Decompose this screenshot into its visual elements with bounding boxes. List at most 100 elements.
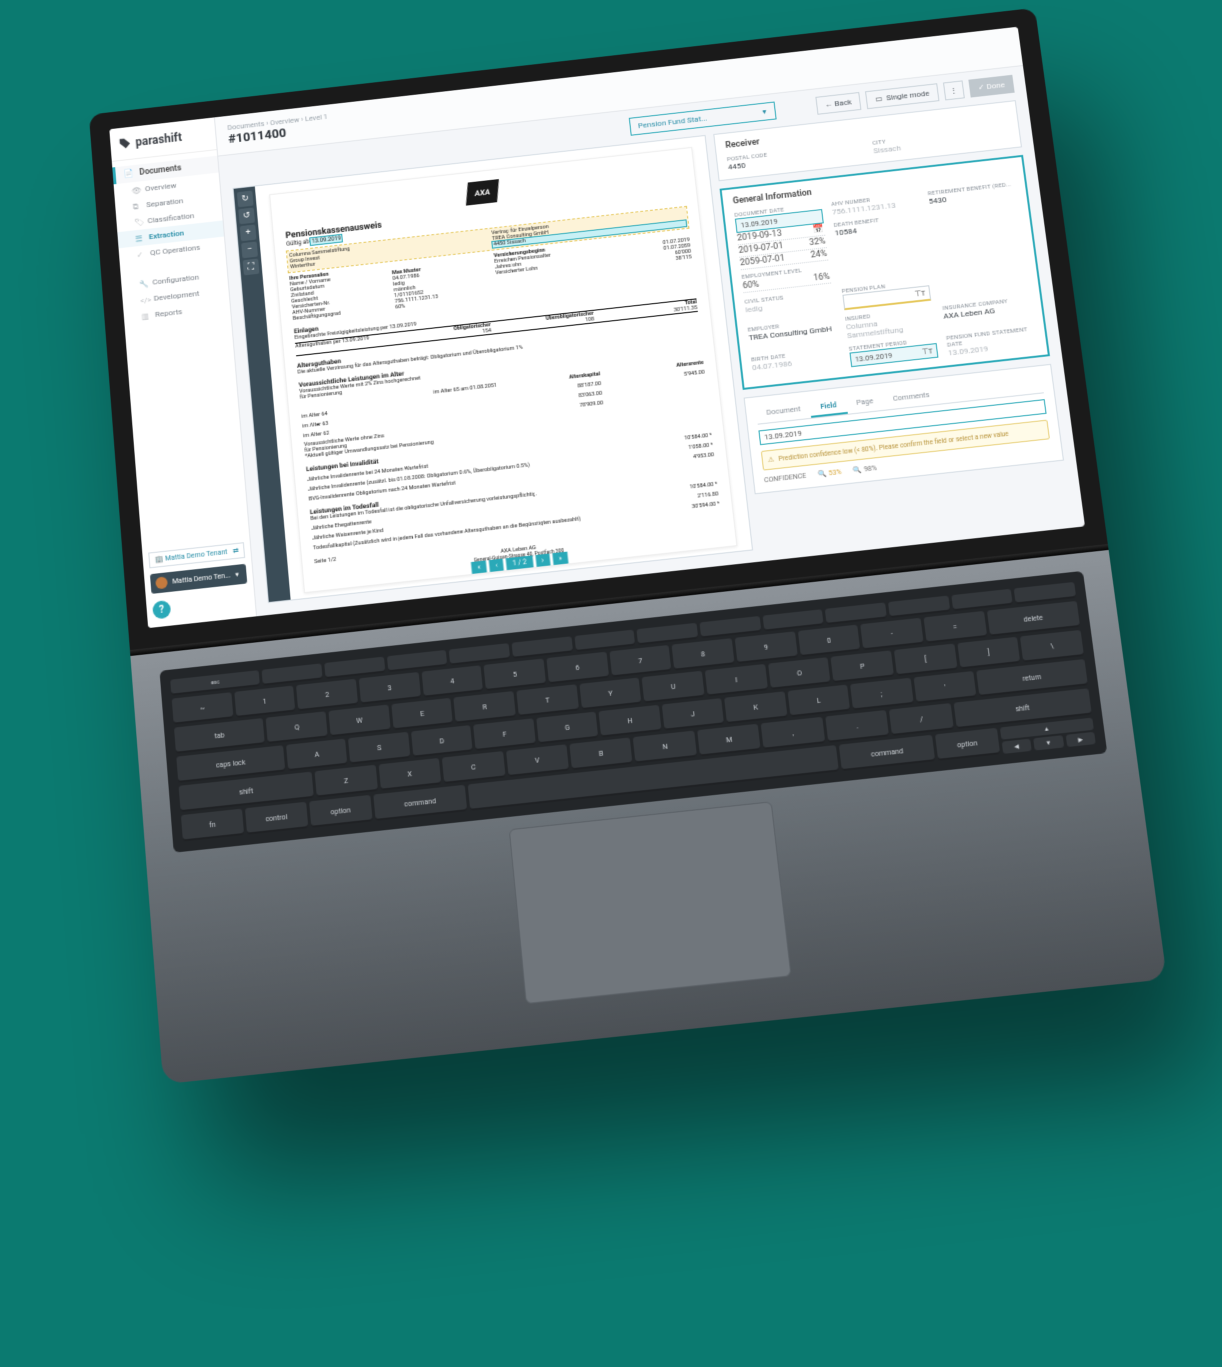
key-option[interactable]: option (309, 795, 372, 828)
key-6[interactable]: 6 (546, 652, 608, 684)
key-Q[interactable]: Q (266, 711, 328, 743)
axa-logo: AXA (466, 179, 499, 206)
zoom-icon: 🔍 (818, 470, 828, 479)
tag-icon: 🏷 (134, 218, 142, 226)
help-button[interactable]: ? (152, 600, 171, 620)
warning-icon: ⚠ (767, 456, 774, 464)
more-icon: ⋮ (949, 86, 958, 95)
key-N[interactable]: N (633, 731, 697, 764)
key-.[interactable]: . (825, 710, 889, 743)
key-command[interactable]: command (839, 735, 935, 771)
general-info-card[interactable]: General Information DOCUMENT DATE 13.09.… (720, 155, 1050, 390)
key-X[interactable]: X (378, 758, 441, 791)
key-/[interactable]: / (889, 703, 953, 736)
text-icon: ⊤T (921, 346, 933, 356)
key-8[interactable]: 8 (672, 638, 735, 670)
wrench-icon: 🔧 (139, 279, 147, 287)
key-command[interactable]: command (373, 785, 467, 821)
key-R[interactable]: R (454, 691, 516, 724)
key-L[interactable]: L (787, 685, 850, 718)
key-F[interactable]: F (474, 718, 536, 751)
arrow-keys: ▲◀▼▶ (999, 718, 1095, 754)
chevron-down-icon: ▾ (762, 107, 767, 116)
document-scroll[interactable]: AXA Pensionskassenausweis Gültig ab 13.0… (255, 136, 752, 600)
list-icon: ☰ (135, 234, 143, 242)
avatar (155, 576, 168, 589)
key-Z[interactable]: Z (315, 765, 378, 798)
documents-icon: 📄 (123, 169, 134, 180)
key-O[interactable]: O (768, 657, 831, 690)
check-icon: ✓ (136, 250, 144, 258)
key-G[interactable]: G (536, 712, 598, 745)
zoom-out-button[interactable]: − (241, 241, 258, 258)
key-right[interactable]: ▶ (1065, 732, 1096, 747)
pager-last[interactable]: » (552, 552, 568, 565)
key-fn[interactable]: fn (181, 809, 244, 842)
key-;[interactable]: ; (850, 678, 913, 711)
key-U[interactable]: U (642, 671, 705, 704)
eye-icon: 👁 (131, 186, 139, 194)
key-D[interactable]: D (411, 725, 473, 758)
rotate-ccw-button[interactable]: ↺ (238, 207, 255, 224)
key-4[interactable]: 4 (421, 665, 483, 697)
key-V[interactable]: V (506, 744, 569, 777)
key-H[interactable]: H (599, 705, 662, 738)
pager-prev[interactable]: ‹ (489, 559, 504, 572)
brand-text: parashift (135, 131, 182, 149)
key-control[interactable]: control (245, 802, 308, 835)
single-icon: ▭ (875, 94, 883, 103)
fullscreen-button[interactable]: ⛶ (243, 258, 260, 275)
key-9[interactable]: 9 (735, 631, 798, 663)
key-1[interactable]: 1 (234, 686, 296, 718)
key-M[interactable]: M (697, 724, 761, 757)
key-J[interactable]: J (662, 698, 725, 731)
key-Y[interactable]: Y (579, 678, 642, 711)
key-I[interactable]: I (705, 664, 768, 697)
separation-icon: ⧉ (133, 202, 141, 210)
tab-field[interactable]: Field (809, 395, 847, 417)
key-3[interactable]: 3 (359, 672, 421, 704)
key-'[interactable]: ' (913, 671, 976, 704)
key-7[interactable]: 7 (609, 645, 672, 677)
brand-icon (118, 136, 132, 151)
key-S[interactable]: S (348, 732, 410, 765)
key-~[interactable]: ~ (172, 692, 233, 724)
key-down[interactable]: ▼ (1033, 735, 1064, 750)
key-option[interactable]: option (935, 728, 1000, 761)
tab-page[interactable]: Page (845, 391, 884, 414)
key-T[interactable]: T (516, 684, 578, 717)
key-0[interactable]: 0 (797, 625, 860, 657)
key-B[interactable]: B (569, 737, 633, 770)
key-W[interactable]: W (329, 705, 391, 737)
key-E[interactable]: E (391, 698, 453, 730)
extraction-form: Receiver POSTAL CODE4450 CITYSissach Gen… (713, 100, 1071, 549)
calendar-icon: 📅 (813, 224, 825, 235)
tab-comments[interactable]: Comments (882, 385, 941, 410)
key-C[interactable]: C (442, 751, 505, 784)
chart-icon: ▥ (141, 311, 149, 319)
key-left[interactable]: ◀ (1001, 739, 1031, 754)
key-2[interactable]: 2 (296, 679, 358, 711)
key-=[interactable]: = (923, 611, 986, 643)
key-][interactable]: ] (957, 637, 1021, 670)
key-A[interactable]: A (286, 739, 348, 772)
zoom-in-button[interactable]: + (240, 224, 257, 241)
key-,[interactable]: , (761, 717, 825, 750)
zoom-icon: 🔍 (853, 466, 863, 475)
key-P[interactable]: P (831, 650, 894, 683)
rotate-cw-button[interactable]: ↻ (237, 191, 254, 208)
swap-icon: ⇄ (232, 547, 238, 555)
key-5[interactable]: 5 (484, 659, 546, 691)
pager-first[interactable]: « (471, 560, 487, 573)
key-[[interactable]: [ (894, 644, 957, 677)
more-button[interactable]: ⋮ (943, 80, 965, 100)
key-K[interactable]: K (724, 691, 787, 724)
text-icon: ⊤T (914, 289, 926, 299)
document-page: AXA Pensionskassenausweis Gültig ab 13.0… (269, 147, 737, 593)
tab-document[interactable]: Document (756, 399, 812, 423)
trackpad[interactable] (509, 801, 792, 1004)
key--[interactable]: - (860, 618, 923, 650)
key-\[interactable]: \ (1020, 630, 1084, 663)
user-menu[interactable]: Mattia Demo Ten... ▾ (150, 564, 247, 594)
pager-next[interactable]: › (535, 554, 550, 567)
